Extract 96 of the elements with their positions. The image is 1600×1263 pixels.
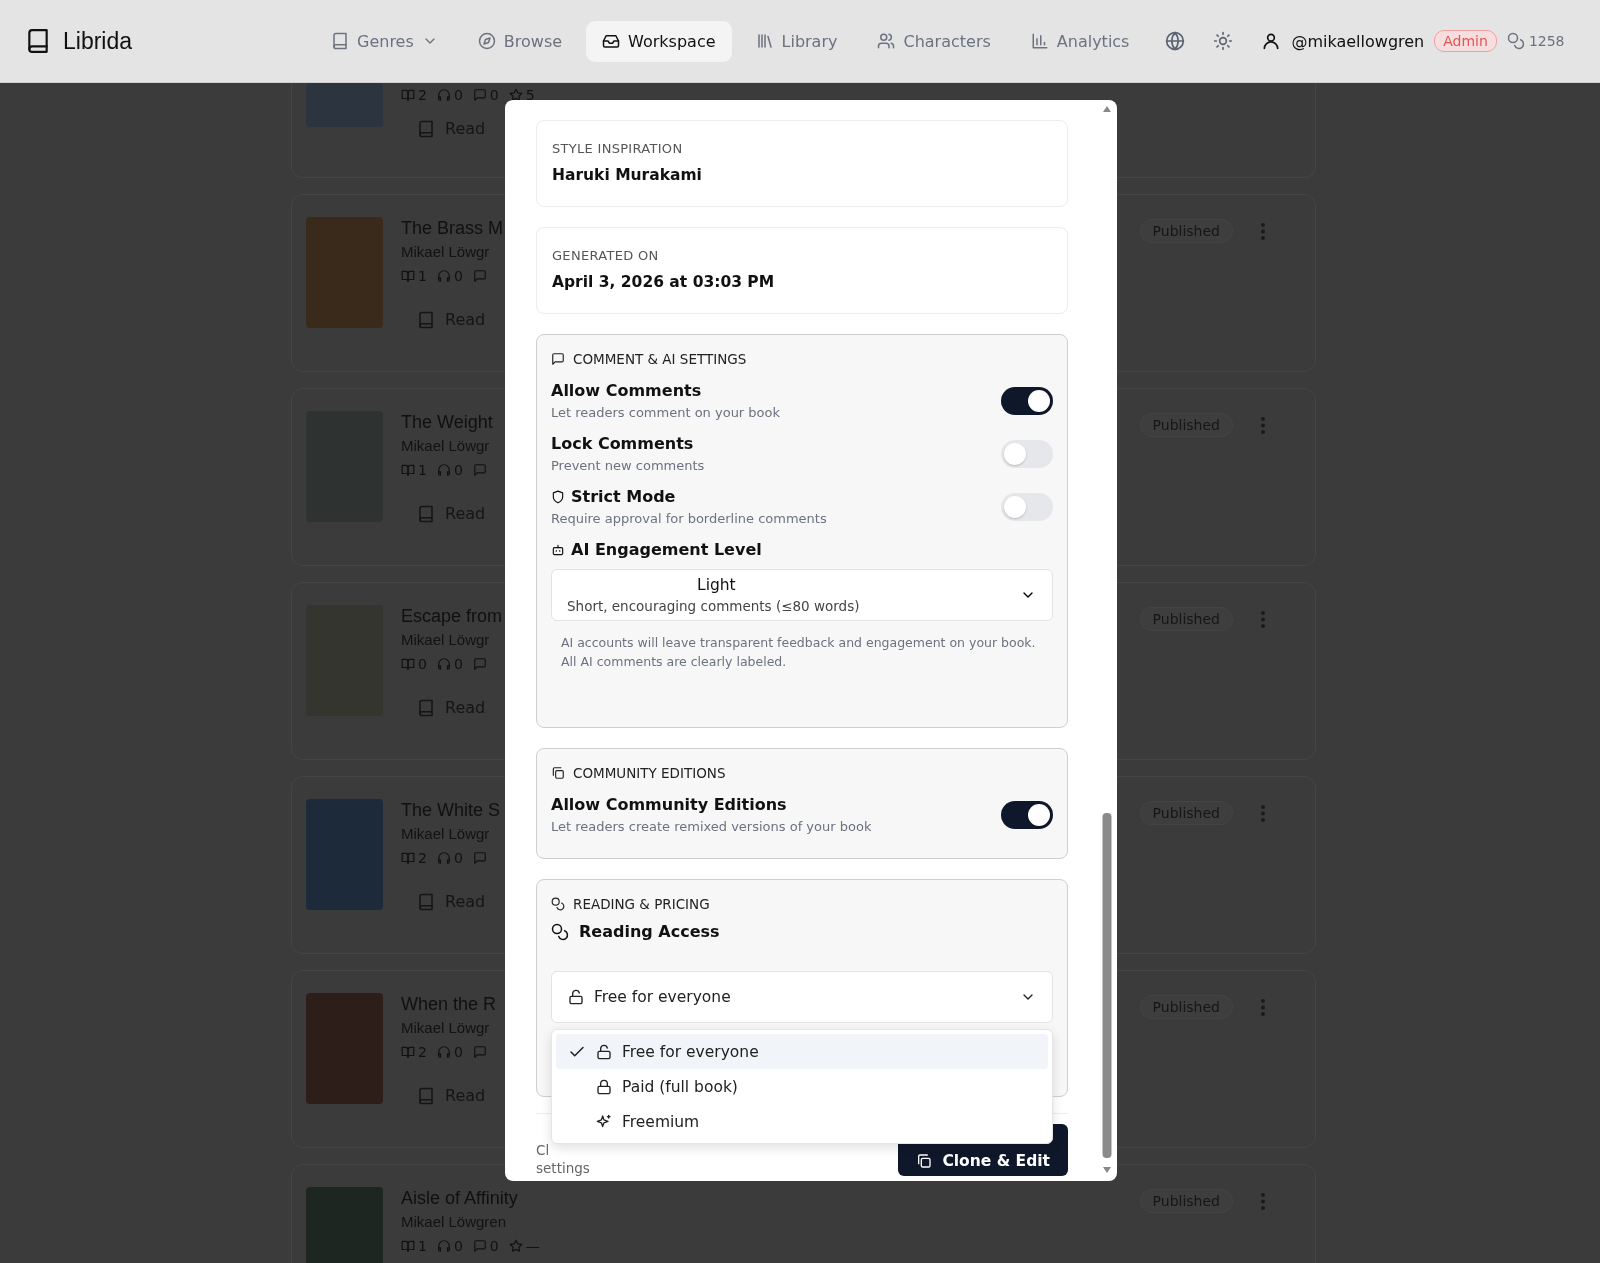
field-value: Haruki Murakami (552, 166, 703, 184)
more-vertical-icon[interactable] (1261, 998, 1265, 1016)
setting-title: Strict Mode (571, 487, 676, 506)
book-icon (25, 28, 51, 54)
help-text: AI accounts will leave transparent feedback and engagement on your book. (561, 634, 1037, 652)
field-label: GENERATED ON (552, 248, 660, 263)
toggle-switch[interactable] (1001, 439, 1053, 468)
headphones-icon (436, 1045, 451, 1059)
book-icon (331, 32, 349, 50)
headphones-icon (436, 1239, 451, 1253)
users-icon (877, 32, 896, 50)
help-text: All AI comments are clearly labeled. (561, 653, 788, 671)
username-link[interactable]: @mikaellowgren (1291, 31, 1425, 51)
comment-icon (472, 269, 487, 283)
copy-icon (916, 1153, 933, 1169)
nav-tab[interactable]: Library (739, 20, 854, 62)
coins-icon (1506, 32, 1525, 50)
nav-tab[interactable]: Browse (461, 20, 579, 62)
star-icon (508, 1239, 523, 1253)
setting-description: Require approval for borderline comments (551, 511, 827, 526)
open-book-icon (401, 851, 415, 865)
toggle-switch[interactable] (1001, 800, 1053, 829)
footer-note: Cl (536, 1142, 551, 1158)
app-logo-text[interactable]: Librida (63, 27, 133, 55)
setting-title: AI Engagement Level (571, 540, 762, 559)
toggle-switch[interactable] (1001, 386, 1053, 415)
nav-tab[interactable]: Characters (861, 20, 1007, 62)
comment-icon (472, 88, 487, 102)
book-icon (417, 698, 435, 717)
nav-tab[interactable]: Genres (315, 20, 454, 62)
open-book-icon (401, 269, 415, 283)
bar-chart-icon (1030, 32, 1049, 50)
nav-tab[interactable]: Analytics (1014, 20, 1146, 62)
credit-count: 1258 (1528, 33, 1565, 49)
coins-icon (551, 922, 569, 941)
inbox-icon (602, 32, 621, 50)
reading-access-select[interactable]: Free for everyone (551, 971, 1053, 1023)
dropdown-option[interactable]: Paid (full book) (556, 1069, 1048, 1104)
book-icon (417, 504, 435, 523)
more-vertical-icon[interactable] (1261, 610, 1265, 628)
open-book-icon (401, 1045, 415, 1059)
globe-icon (1165, 31, 1186, 51)
section-heading: COMMUNITY EDITIONS (573, 765, 726, 781)
field-label: STYLE INSPIRATION (552, 141, 684, 156)
setting-description: Prevent new comments (551, 458, 705, 473)
shield-icon (551, 489, 565, 504)
setting-title: Allow Comments (551, 381, 702, 400)
comment-icon (472, 463, 487, 477)
more-vertical-icon[interactable] (1261, 416, 1265, 434)
toggle-switch[interactable] (1001, 492, 1053, 521)
sparkle-icon (596, 1113, 612, 1130)
coins-icon (551, 897, 565, 911)
headphones-icon (436, 657, 451, 671)
headphones-icon (436, 463, 451, 477)
section-heading: COMMENT & AI SETTINGS (573, 351, 747, 367)
compass-icon (477, 32, 496, 50)
book-icon (417, 310, 435, 329)
library-icon (755, 32, 774, 50)
comment-icon (472, 1239, 487, 1253)
bot-icon (551, 542, 565, 557)
section-heading: READING & PRICING (573, 896, 710, 912)
setting-title: Allow Community Editions (551, 795, 787, 814)
dropdown-option[interactable]: Free for everyone (556, 1034, 1048, 1069)
field-value: April 3, 2026 at 03:03 PM (552, 273, 776, 291)
setting-title: Reading Access (579, 922, 720, 941)
headphones-icon (436, 269, 451, 283)
unlocked-padlock-icon (596, 1043, 612, 1060)
open-book-icon (401, 657, 415, 671)
comment-icon (472, 657, 487, 671)
comment-icon (472, 1045, 487, 1059)
setting-description: Let readers create remixed versions of your book (551, 819, 872, 834)
setting-title: Lock Comments (551, 434, 694, 453)
unlocked-padlock-icon (568, 989, 584, 1005)
open-book-icon (401, 88, 415, 102)
more-vertical-icon[interactable] (1261, 1192, 1265, 1210)
stat-count: — (525, 1238, 540, 1254)
open-book-icon (401, 1239, 415, 1253)
headphones-icon (436, 88, 451, 102)
setting-description: Let readers comment on your book (551, 405, 781, 420)
headphones-icon (436, 851, 451, 865)
comment-icon (551, 352, 565, 366)
padlock-icon (596, 1078, 612, 1095)
role-badge: Admin (1434, 30, 1497, 52)
engagement-select[interactable]: Light Short, encouraging comments (≤80 words) (551, 569, 1053, 621)
more-vertical-icon[interactable] (1261, 222, 1265, 240)
book-icon (417, 119, 435, 138)
book-icon (417, 892, 435, 911)
star-icon (508, 88, 523, 102)
comment-icon (472, 851, 487, 865)
sun-icon (1213, 31, 1234, 51)
open-book-icon (401, 463, 415, 477)
more-vertical-icon[interactable] (1261, 804, 1265, 822)
copy-icon (551, 766, 565, 780)
nav-tab[interactable]: Workspace (586, 20, 732, 62)
book-icon (417, 1086, 435, 1105)
footer-note: settings (536, 1160, 590, 1176)
